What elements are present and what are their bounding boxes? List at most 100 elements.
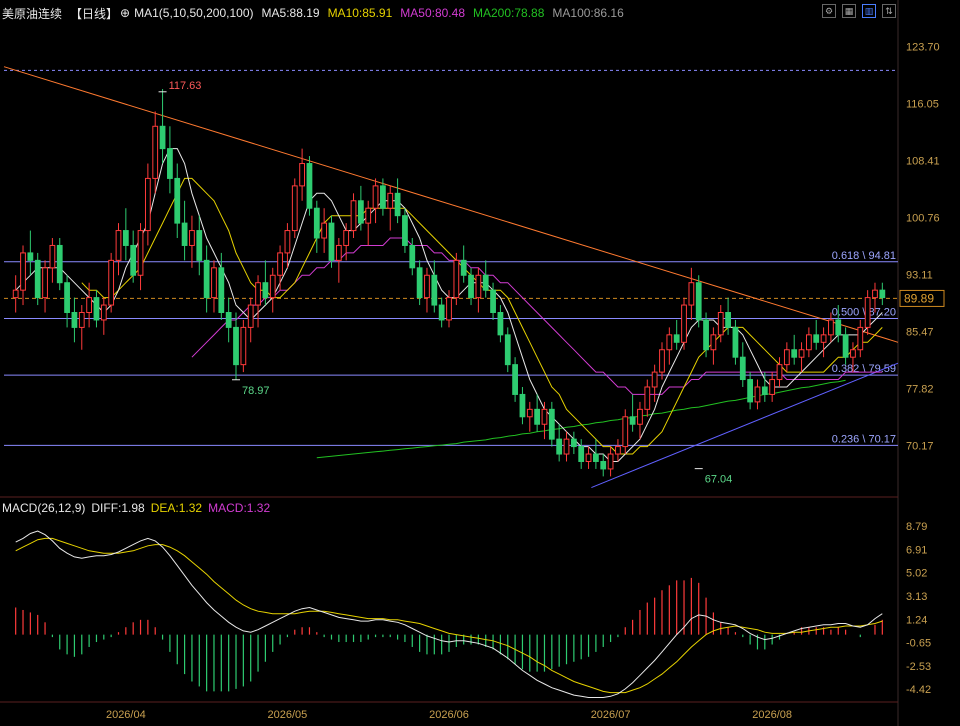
ma5-value: MA5:88.19 — [261, 6, 320, 20]
candle-body — [761, 386, 768, 395]
candle-body — [402, 215, 408, 246]
chart-toggle-icon[interactable]: ▥ — [862, 4, 876, 18]
grid-layer — [0, 0, 899, 726]
candle-body — [438, 304, 445, 321]
macd-tick-label: 8.79 — [906, 521, 927, 533]
candle-body — [424, 274, 430, 299]
period-label[interactable]: 【日线】 — [70, 5, 118, 22]
candle-body — [269, 274, 276, 299]
candle-body — [541, 408, 548, 425]
fib-level-label: 0.618 \ 94.81 — [832, 250, 896, 262]
candle-body — [78, 312, 85, 328]
candlestick-chart[interactable]: 0.618 \ 94.81 0.500 \ 87.20 0.382 \ 79.59 0… — [0, 0, 960, 726]
crosshair-circle-icon[interactable]: ⊕ — [120, 6, 130, 20]
candle-body — [284, 230, 291, 254]
candle-body — [717, 312, 724, 336]
candle-body — [842, 334, 849, 358]
price-tick-label: 70.17 — [906, 440, 934, 452]
symbol-name[interactable]: 美原油连续 — [2, 5, 62, 22]
swap-icon[interactable]: ⇅ — [882, 4, 896, 18]
date-tick-label: 2026/04 — [106, 709, 146, 721]
candle-body — [651, 371, 658, 388]
extreme-price-label: 78.97 — [242, 385, 270, 397]
candle-body — [313, 207, 320, 239]
candle-body — [350, 200, 357, 232]
candle-body — [585, 453, 592, 462]
candle-body — [86, 297, 93, 314]
candle-body — [659, 349, 665, 373]
gear-icon[interactable]: ⚙ — [822, 4, 836, 18]
candle-body — [850, 349, 856, 358]
candle-body — [776, 364, 783, 381]
candle-body — [211, 267, 217, 299]
extreme-price-label: 67.04 — [705, 474, 733, 486]
candle-body — [490, 289, 496, 314]
candle-body — [380, 185, 386, 209]
uptrend-line — [591, 362, 899, 489]
macd-tick-label: -2.53 — [906, 661, 931, 673]
candle-body — [12, 289, 19, 299]
candle-body — [879, 289, 886, 299]
ma-params-label[interactable]: MA1(5,10,50,200,100) — [134, 6, 253, 20]
price-axis: 123.70 116.05 108.41 100.76 93.11 85.47 77.82 7… — [899, 42, 945, 452]
candle-body — [277, 252, 283, 276]
current-price-value: 89.89 — [904, 291, 934, 305]
candle-body — [695, 282, 702, 321]
candle-body — [519, 393, 526, 418]
candle-body — [637, 408, 643, 425]
macd-params-label[interactable]: MACD(26,12,9) — [2, 501, 85, 515]
candle-body — [460, 259, 467, 276]
candle-body — [431, 274, 438, 306]
extreme-price-label: 117.63 — [169, 80, 202, 92]
candle-body — [343, 230, 350, 246]
candle-body — [725, 312, 731, 328]
candle-body — [328, 222, 335, 261]
candle-body — [673, 334, 680, 343]
macd-hist-value: MACD:1.32 — [208, 501, 271, 515]
macd-header: MACD(26,12,9) DIFF:1.98 DEA:1.32 MACD:1.… — [2, 500, 276, 516]
candle-body — [446, 297, 452, 321]
candle-body — [196, 230, 203, 261]
candle-body — [335, 244, 342, 261]
price-tick-label: 108.41 — [906, 155, 940, 167]
candle-body — [409, 244, 416, 269]
candle-body — [475, 274, 482, 299]
candle-body — [189, 230, 195, 246]
candle-body — [482, 274, 489, 291]
date-tick-label: 2026/07 — [591, 709, 631, 721]
price-tick-label: 100.76 — [906, 212, 940, 224]
candle-body — [468, 274, 474, 299]
candle-body — [167, 148, 173, 179]
candle-body — [666, 334, 673, 351]
candle-body — [159, 125, 166, 150]
macd-panel — [15, 530, 883, 698]
candle-body — [710, 334, 717, 351]
candle-body — [828, 319, 834, 336]
macd-tick-label: 5.02 — [906, 568, 927, 580]
fib-level-label: 0.500 \ 87.20 — [832, 306, 896, 318]
candle-body — [203, 259, 210, 299]
candle-body — [578, 446, 585, 462]
candle-body — [563, 438, 570, 455]
candle-body — [64, 282, 70, 314]
date-axis: 2026/04 2026/05 2026/06 2026/07 2026/08 — [106, 709, 792, 721]
candle-body — [100, 304, 107, 321]
grid-icon[interactable]: ▦ — [842, 4, 856, 18]
candle-body — [548, 408, 555, 440]
chart-header: 美原油连续 【日线】 ⊕ MA1(5,10,50,200,100) MA5:88… — [2, 4, 632, 22]
candle-body — [321, 222, 328, 239]
candle-body — [42, 267, 48, 299]
candle-body — [534, 408, 541, 425]
candle-body — [681, 304, 687, 343]
candle-body — [152, 125, 159, 179]
macd-diff-value: DIFF:1.98 — [91, 501, 145, 515]
candle-body — [504, 334, 511, 366]
fib-level-label: 0.382 \ 79.59 — [832, 363, 896, 375]
price-tick-label: 93.11 — [906, 269, 933, 281]
candle-body — [754, 386, 761, 403]
candle-body — [820, 334, 827, 343]
candle-body — [255, 282, 261, 306]
candle-body — [137, 230, 144, 276]
candle-body — [615, 446, 621, 455]
ma10-value: MA10:85.91 — [327, 6, 393, 20]
